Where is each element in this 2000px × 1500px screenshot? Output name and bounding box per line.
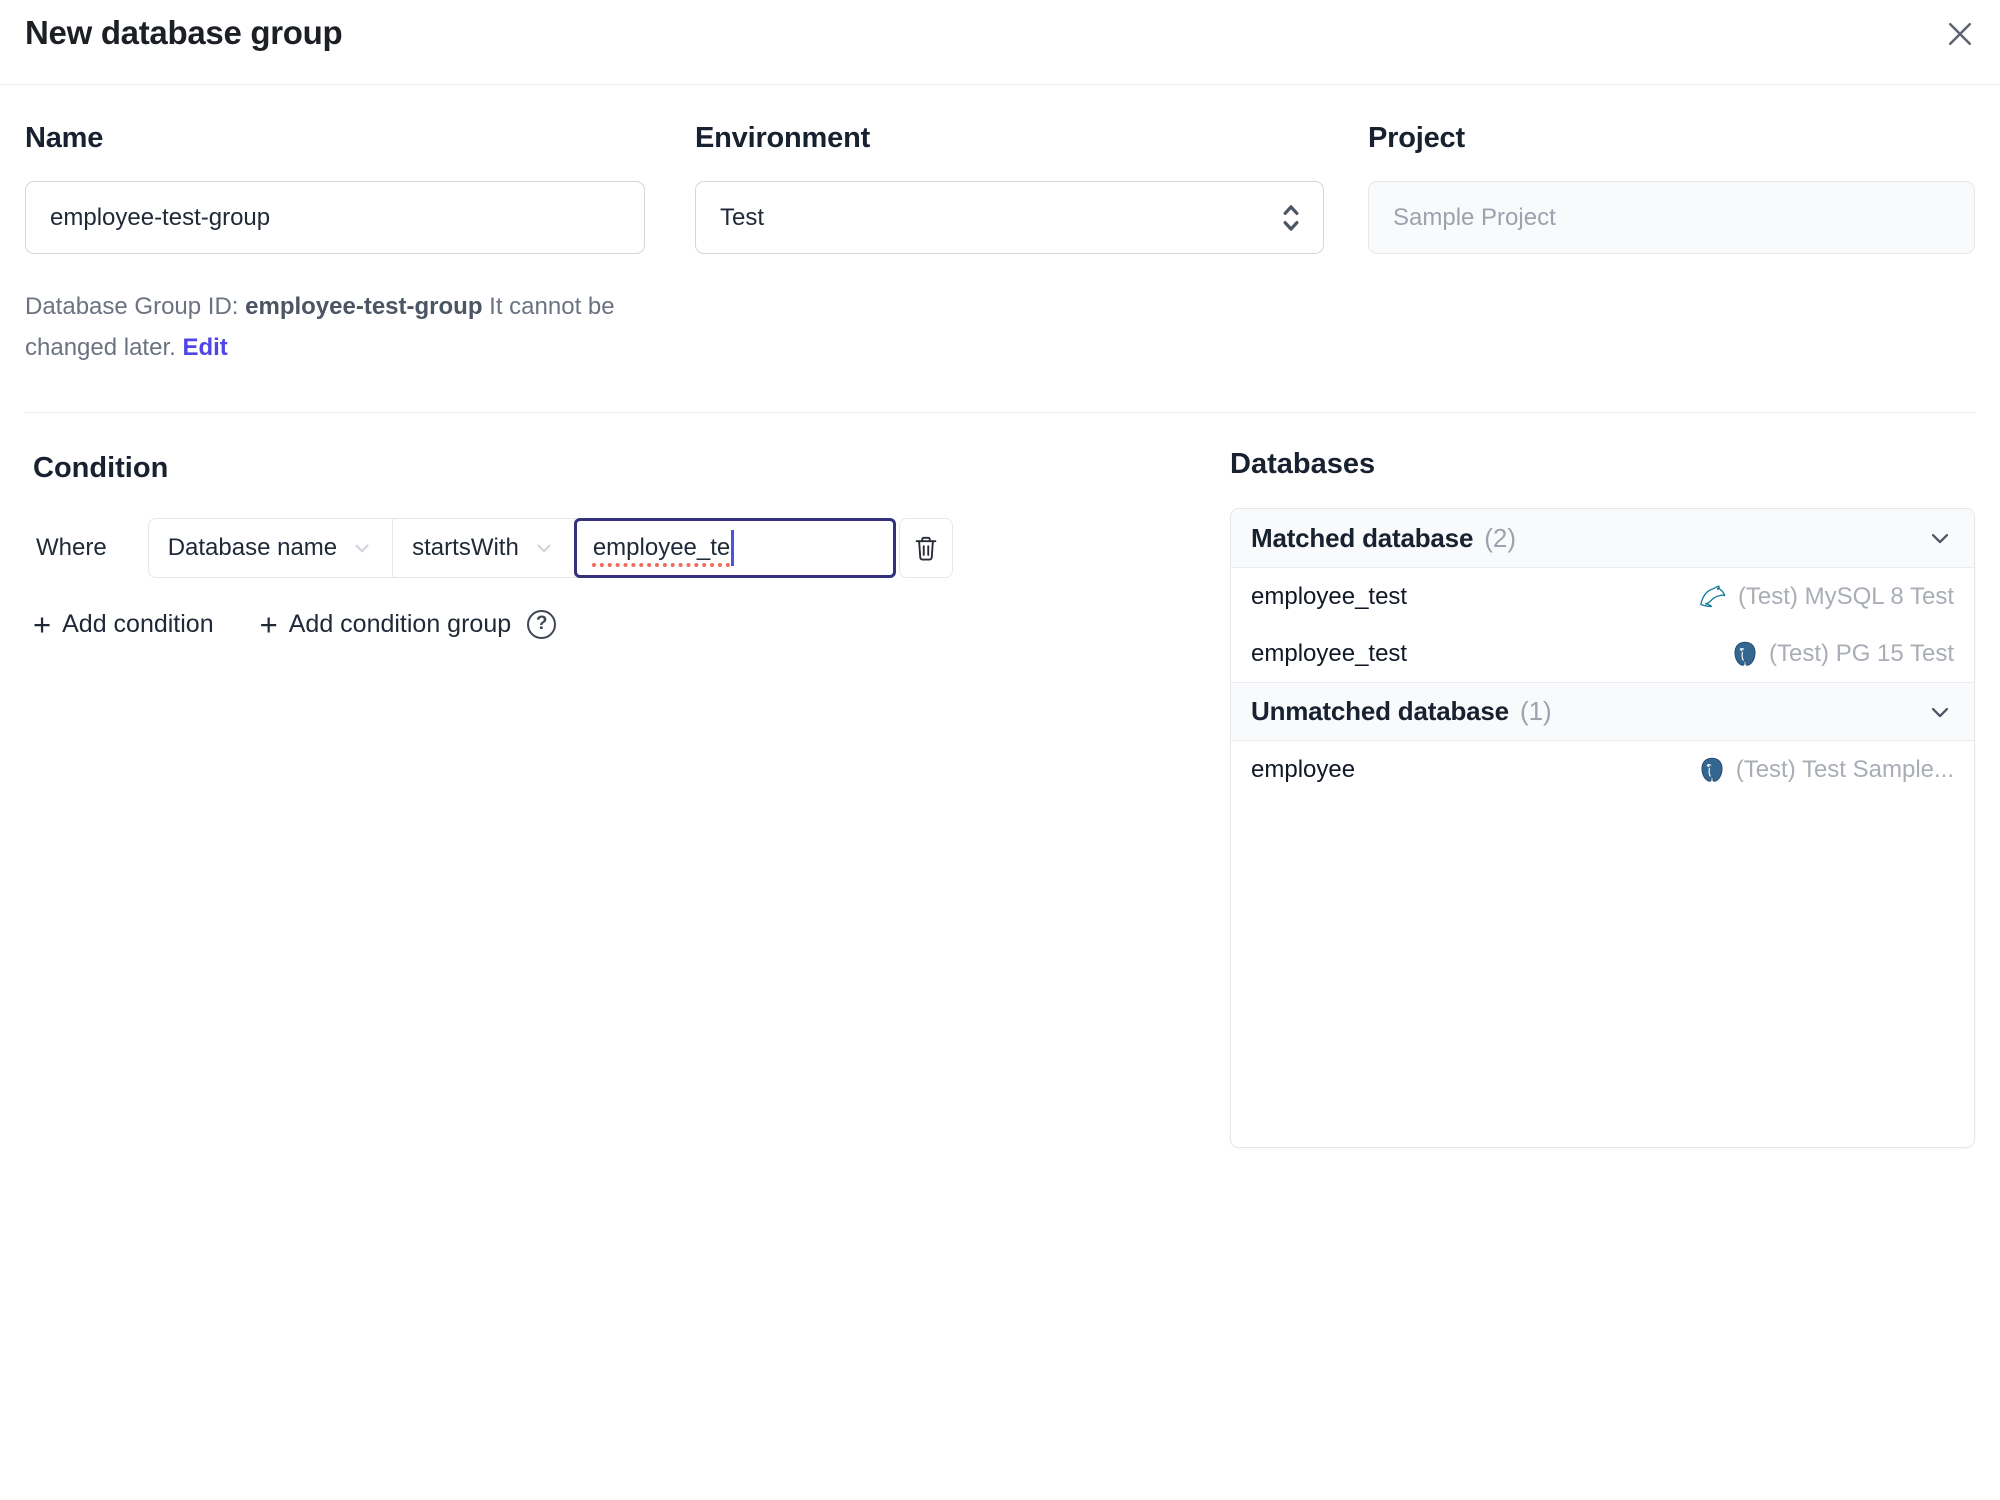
environment-label: Environment [695,122,871,154]
unmatched-database-header[interactable]: Unmatched database (1) [1231,682,1974,741]
databases-panel: Matched database (2) employee_test (Test… [1230,508,1975,1148]
unmatched-database-title: Unmatched database [1251,696,1509,726]
matched-database-header[interactable]: Matched database (2) [1231,509,1974,568]
chevron-down-icon [533,537,555,559]
add-condition-button[interactable]: + Add condition [33,609,214,640]
condition-expression-group: Database name startsWith employee_te [147,518,896,578]
name-label: Name [25,122,104,154]
add-condition-group-button[interactable]: + Add condition group ? [260,609,557,640]
where-label: Where [36,534,107,561]
database-name: employee [1251,755,1356,783]
database-instance: (Test) PG 15 Test [1769,639,1954,667]
chevron-down-icon [1926,698,1954,726]
database-row: employee_test (Test) PG 15 Test [1231,625,1974,682]
database-instance: (Test) MySQL 8 Test [1737,582,1954,610]
plus-icon: + [259,606,278,642]
section-divider [25,412,1975,413]
condition-field-value: Database name [167,534,338,561]
postgres-icon [1698,756,1726,784]
chevron-down-icon [351,537,373,559]
condition-field-select[interactable]: Database name [149,519,394,577]
condition-heading: Condition [33,452,169,484]
trash-icon [911,533,941,563]
help-icon[interactable]: ? [527,609,557,639]
database-row: employee (Test) Test Sample... [1231,741,1974,798]
mysql-icon [1698,582,1728,612]
page-title: New database group [25,14,343,51]
project-input: Sample Project [1368,181,1975,254]
condition-row: Where Database name startsWith employee_… [36,518,953,578]
project-field-group: Project Sample Project [1368,122,1975,254]
condition-actions: + Add condition + Add condition group ? [33,600,557,648]
edit-id-link[interactable]: Edit [182,334,227,361]
matched-database-title: Matched database [1251,522,1474,553]
close-icon [1942,16,1978,52]
close-button[interactable] [1938,12,1982,56]
name-input[interactable] [25,181,645,254]
database-row: employee_test (Test) MySQL 8 Test [1231,568,1974,625]
group-id-note-prefix: Database Group ID: [25,293,246,320]
unmatched-database-count: (1) [1519,696,1552,726]
delete-condition-button[interactable] [898,518,953,578]
text-caret [731,530,735,566]
group-id-value: employee-test-group [245,293,483,320]
database-name: employee_test [1251,582,1408,610]
condition-value-input[interactable]: employee_te [573,518,896,578]
group-id-note: Database Group ID: employee-test-group I… [25,286,655,368]
matched-database-count: (2) [1484,522,1516,553]
project-value: Sample Project [1393,203,1556,231]
environment-field-group: Environment Test [695,122,1324,254]
condition-value-text: employee_te [592,534,731,561]
databases-heading: Databases [1230,448,1376,480]
name-field-group: Name [25,122,645,254]
postgres-icon [1731,640,1759,668]
project-label: Project [1368,122,1465,154]
condition-operator-value: startsWith [412,534,519,561]
add-condition-label: Add condition [62,609,214,638]
chevron-down-icon [1926,524,1954,552]
chevron-up-down-icon [1277,201,1305,235]
dialog-header: New database group [0,0,2000,85]
add-condition-group-label: Add condition group [288,609,512,638]
environment-selected-value: Test [720,203,765,231]
database-instance: (Test) Test Sample... [1735,755,1954,783]
environment-select[interactable]: Test [695,181,1324,254]
database-name: employee_test [1251,639,1408,667]
condition-operator-select[interactable]: startsWith [393,519,575,577]
plus-icon: + [33,606,52,642]
